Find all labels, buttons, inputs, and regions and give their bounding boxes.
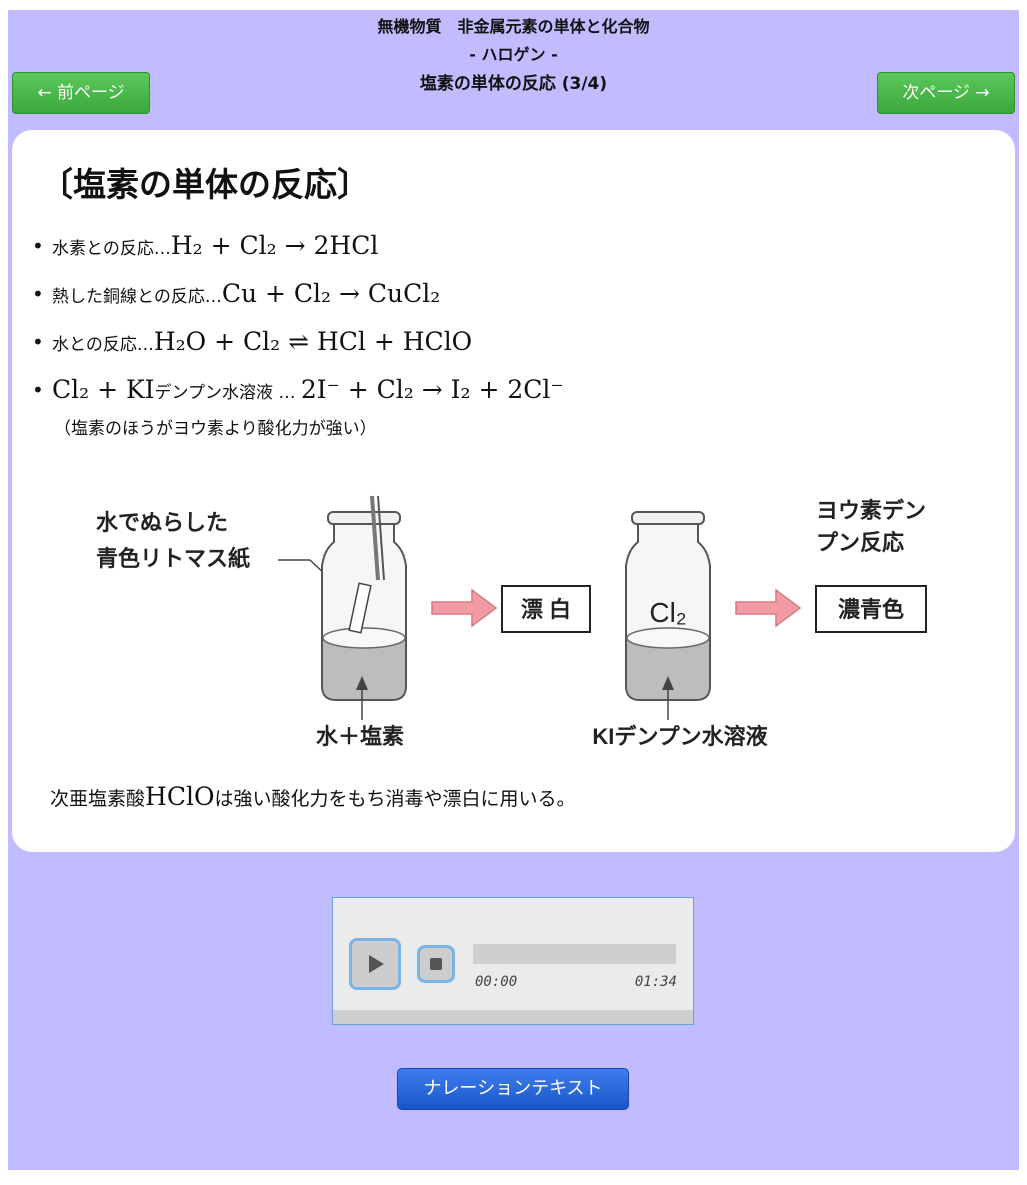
reaction-label: 熱した銅線との反応… bbox=[52, 287, 222, 307]
reaction-list: 水素との反応…H₂ + Cl₂ → 2HCl 熱した銅線との反応…Cu + Cl… bbox=[30, 226, 564, 418]
reaction-label: 水との反応… bbox=[52, 335, 154, 355]
reaction-equation: Cu + Cl₂ → CuCl₂ bbox=[221, 279, 441, 308]
content-card: 〔塩素の単体の反応〕 水素との反応…H₂ + Cl₂ → 2HCl 熱した銅線と… bbox=[12, 130, 1015, 852]
stop-icon bbox=[430, 958, 442, 970]
description-suffix: は強い酸化力をもち消毒や漂白に用いる。 bbox=[214, 788, 576, 810]
audio-player: 00:00 01:34 bbox=[332, 897, 694, 1025]
next-page-button[interactable]: 次ページ → bbox=[877, 72, 1015, 114]
litmus-label-line2: 青色リトマス紙 bbox=[96, 546, 250, 571]
narration-text-button[interactable]: ナレーションテキスト bbox=[397, 1068, 629, 1110]
current-time: 00:00 bbox=[475, 974, 518, 990]
reaction-prefix: Cl₂ + KI bbox=[52, 375, 155, 404]
list-item: 水との反応…H₂O + Cl₂ ⇌ HCl + HClO bbox=[30, 322, 564, 370]
chlorine-reaction-diagram: 水でぬらした 青色リトマス紙 漂 白 Cl₂ ヨウ素デン プン反応 濃青色 水＋… bbox=[96, 495, 927, 749]
reaction-note: （塩素のほうがヨウ素より酸化力が強い） bbox=[54, 419, 377, 439]
page-title: 塩素の単体の反応 (3/4) bbox=[419, 74, 608, 94]
bottle-1-content-label: 水＋塩素 bbox=[316, 724, 404, 749]
audio-progress-bar[interactable] bbox=[473, 944, 676, 964]
reaction-equation: H₂O + Cl₂ ⇌ HCl + HClO bbox=[153, 327, 473, 356]
list-item: Cl₂ + KIデンプン水溶液 … 2I⁻ + Cl₂ → I₂ + 2Cl⁻ bbox=[30, 370, 564, 418]
reaction-label: デンプン水溶液 … bbox=[154, 383, 301, 403]
arrow-right-icon bbox=[431, 588, 498, 628]
card-heading: 〔塩素の単体の反応〕 bbox=[40, 165, 370, 204]
reaction-equation: 2I⁻ + Cl₂ → I₂ + 2Cl⁻ bbox=[300, 375, 564, 404]
result-bleach: 漂 白 bbox=[521, 597, 571, 622]
description-formula: HClO bbox=[145, 782, 215, 811]
litmus-label-line1: 水でぬらした bbox=[96, 510, 228, 535]
reaction-equation: H₂ + Cl₂ → 2HCl bbox=[170, 231, 379, 260]
section-title: - ハロゲン - bbox=[469, 45, 558, 64]
player-footer-bar bbox=[333, 1010, 693, 1024]
reaction-2-label-line2: プン反応 bbox=[816, 530, 904, 555]
stop-button[interactable] bbox=[417, 945, 455, 983]
arrow-right-icon bbox=[735, 588, 802, 628]
bottle-icon bbox=[321, 495, 407, 720]
play-icon bbox=[369, 955, 384, 973]
description-prefix: 次亜塩素酸 bbox=[50, 788, 146, 810]
reaction-label: 水素との反応… bbox=[52, 239, 171, 259]
bottle-gas-label: Cl₂ bbox=[649, 597, 686, 628]
page-background: 無機物質 非金属元素の単体と化合物 - ハロゲン - 塩素の単体の反応 (3/4… bbox=[8, 10, 1019, 1170]
result-deep-blue: 濃青色 bbox=[838, 597, 904, 622]
unit-title: 無機物質 非金属元素の単体と化合物 bbox=[377, 17, 650, 36]
bottle-2-content-label: KIデンプン水溶液 bbox=[592, 724, 767, 749]
list-item: 熱した銅線との反応…Cu + Cl₂ → CuCl₂ bbox=[30, 274, 564, 322]
reaction-2-label-line1: ヨウ素デン bbox=[816, 498, 926, 523]
hclo-description: 次亜塩素酸HClOは強い酸化力をもち消毒や漂白に用いる。 bbox=[50, 782, 575, 811]
play-button[interactable] bbox=[349, 938, 401, 990]
list-item: 水素との反応…H₂ + Cl₂ → 2HCl bbox=[30, 226, 564, 274]
total-time: 01:34 bbox=[634, 974, 677, 990]
prev-page-button[interactable]: ← 前ページ bbox=[12, 72, 150, 114]
